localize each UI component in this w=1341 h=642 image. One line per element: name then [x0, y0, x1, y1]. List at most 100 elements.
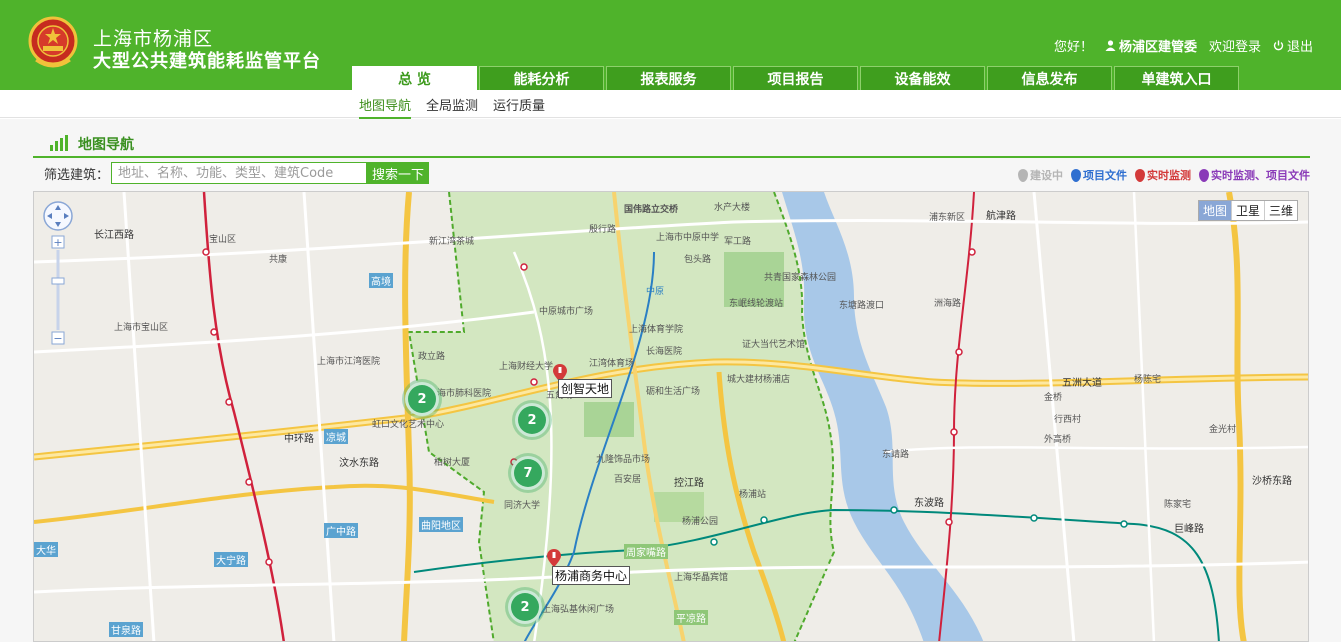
tab-energy-analysis[interactable]: 能耗分析 — [479, 66, 604, 90]
road-label: 东波路 — [914, 498, 944, 509]
map-label: 中原城市广场 — [539, 307, 594, 317]
filter-label: 筛选建筑： — [44, 167, 110, 183]
road-label: 长江西路 — [94, 230, 134, 241]
map-label: 陈家宅 — [1164, 500, 1192, 510]
map-label: 长海医院 — [646, 347, 683, 357]
map-label: 金光村 — [1209, 425, 1237, 435]
map-label: 政立路 — [418, 352, 446, 362]
map-label: 九隆饰品市场 — [596, 455, 651, 465]
user-icon — [1105, 40, 1116, 51]
map-label: 砺和生活广场 — [646, 387, 701, 397]
tab-single-building[interactable]: 单建筑入口 — [1114, 66, 1239, 90]
map-label: 江湾体育场 — [589, 359, 635, 369]
building-cluster-marker[interactable]: 2 — [515, 403, 549, 437]
map-label: 城大建材杨浦店 — [727, 375, 791, 385]
map-label: 共青国家森林公园 — [764, 273, 837, 283]
map-label: 宝山区 — [209, 235, 237, 245]
road-label: 周家嘴路 — [624, 544, 668, 559]
map-label: 上海财经大学 — [499, 362, 554, 372]
map-label: 包头路 — [684, 255, 712, 265]
map-label: 上海体育学院 — [629, 325, 684, 335]
legend-label: 建设中 — [1030, 169, 1063, 182]
blue-pin-icon — [1071, 168, 1081, 182]
map-label: 洲海路 — [934, 299, 962, 309]
map-label: 上海市江湾医院 — [317, 357, 381, 367]
map-label: 殷行路 — [589, 225, 617, 235]
welcome-text: 欢迎登录 — [1208, 40, 1261, 55]
poi-label-chuangzhi[interactable]: 创智天地 — [558, 379, 613, 398]
logout-link[interactable]: 退出 — [1273, 36, 1313, 55]
road-label: 五洲大道 — [1062, 378, 1102, 389]
user-account[interactable]: 杨浦区建管委 — [1105, 36, 1197, 55]
building-cluster-marker[interactable]: 2 — [508, 590, 542, 624]
section-header: 地图导航 — [33, 124, 1310, 158]
poi-label-yangpu-business-center[interactable]: 杨浦商务中心 — [552, 566, 631, 585]
section-title: 地图导航 — [78, 137, 134, 153]
map-label: 上海华晶宾馆 — [674, 573, 729, 583]
road-label: 航津路 — [986, 211, 1016, 222]
subnav-global-monitoring[interactable]: 全局监测 — [426, 95, 478, 119]
road-label: 沙桥东路 — [1252, 476, 1292, 487]
map-legend: 建设中 项目文件 实时监测 实时监测、项目文件 — [1018, 167, 1310, 183]
map-label: 虹口文化艺术中心 — [372, 420, 445, 430]
map-view[interactable]: 国伟路立交桥 殷行路 水产大楼 新江湾茶城 上海市中原中学 军工路 中原 包头路… — [33, 191, 1309, 642]
road-label: 高境 — [369, 273, 393, 288]
top-header: 上海市杨浦区 大型公共建筑能耗监管平台 您好！ 杨浦区建管委 欢迎登录 退出 总… — [0, 0, 1341, 90]
road-label: 巨峰路 — [1174, 524, 1204, 535]
main-nav: 总 览 能耗分析 报表服务 项目报告 设备能效 信息发布 单建筑入口 — [352, 66, 1239, 90]
map-type-satellite[interactable]: 卫星 — [1230, 201, 1264, 220]
map-type-3d[interactable]: 三维 — [1263, 201, 1297, 220]
gray-pin-icon — [1018, 168, 1028, 182]
building-cluster-marker[interactable]: 7 — [511, 456, 545, 490]
legend-realtime-monitoring: 实时监测 — [1135, 167, 1191, 183]
building-filter: 筛选建筑： 搜索一下 — [44, 162, 430, 184]
tab-report-service[interactable]: 报表服务 — [606, 66, 731, 90]
logout-label: 退出 — [1286, 40, 1313, 55]
building-search-input[interactable] — [111, 162, 368, 184]
map-label: 东岷线轮渡站 — [729, 299, 784, 309]
tab-info-publish[interactable]: 信息发布 — [987, 66, 1112, 90]
map-label: 同济大学 — [504, 501, 541, 511]
map-base-layer — [34, 192, 1308, 641]
map-type-standard[interactable]: 地图 — [1198, 201, 1231, 220]
map-label: 上海市宝山区 — [114, 323, 169, 333]
road-label: 汶水东路 — [339, 458, 379, 469]
road-label: 曲阳地区 — [419, 517, 463, 532]
legend-realtime-and-files: 实时监测、项目文件 — [1199, 167, 1310, 183]
legend-under-construction: 建设中 — [1018, 167, 1063, 183]
tab-overview[interactable]: 总 览 — [352, 66, 477, 90]
road-label: 甘泉路 — [109, 622, 143, 637]
subnav-operation-quality[interactable]: 运行质量 — [493, 95, 545, 119]
bar-chart-icon — [50, 135, 68, 151]
map-label: 行西村 — [1054, 415, 1082, 425]
map-nav-control[interactable]: + − — [42, 200, 74, 350]
road-label: 平凉路 — [674, 610, 708, 625]
tab-equipment-efficiency[interactable]: 设备能效 — [860, 66, 985, 90]
user-bar: 您好！ 杨浦区建管委 欢迎登录 退出 — [1054, 36, 1313, 55]
road-label: 广中路 — [324, 523, 358, 538]
search-button[interactable]: 搜索一下 — [367, 162, 430, 184]
road-label: 控江路 — [674, 478, 704, 489]
road-label: 大华 — [34, 542, 58, 557]
map-label: 上海市中原中学 — [656, 233, 720, 243]
map-label: 浦东新区 — [929, 213, 966, 223]
subnav-map-navigation[interactable]: 地图导航 — [359, 95, 412, 119]
map-label: 共康 — [269, 255, 288, 265]
red-pin-icon — [1135, 168, 1145, 182]
map-label: 新江湾茶城 — [429, 237, 475, 247]
legend-label: 项目文件 — [1083, 169, 1127, 182]
sub-nav: 地图导航 全局监测 运行质量 — [0, 90, 1341, 119]
realtime-monitoring-pin-icon[interactable] — [547, 549, 561, 567]
user-name: 杨浦区建管委 — [1118, 40, 1197, 55]
road-label: 中环路 — [284, 434, 314, 445]
map-label: 柏树大厦 — [434, 458, 471, 468]
tab-project-report[interactable]: 项目报告 — [733, 66, 858, 90]
building-cluster-marker[interactable]: 2 — [405, 382, 439, 416]
map-label: 中原 — [646, 287, 665, 297]
svg-text:−: − — [53, 332, 62, 345]
map-label: 百安居 — [614, 475, 642, 485]
map-label: 外高桥 — [1044, 435, 1072, 445]
map-label: 杨浦公园 — [682, 517, 719, 527]
map-label: 东靖路 — [882, 450, 910, 460]
power-icon — [1273, 40, 1284, 51]
